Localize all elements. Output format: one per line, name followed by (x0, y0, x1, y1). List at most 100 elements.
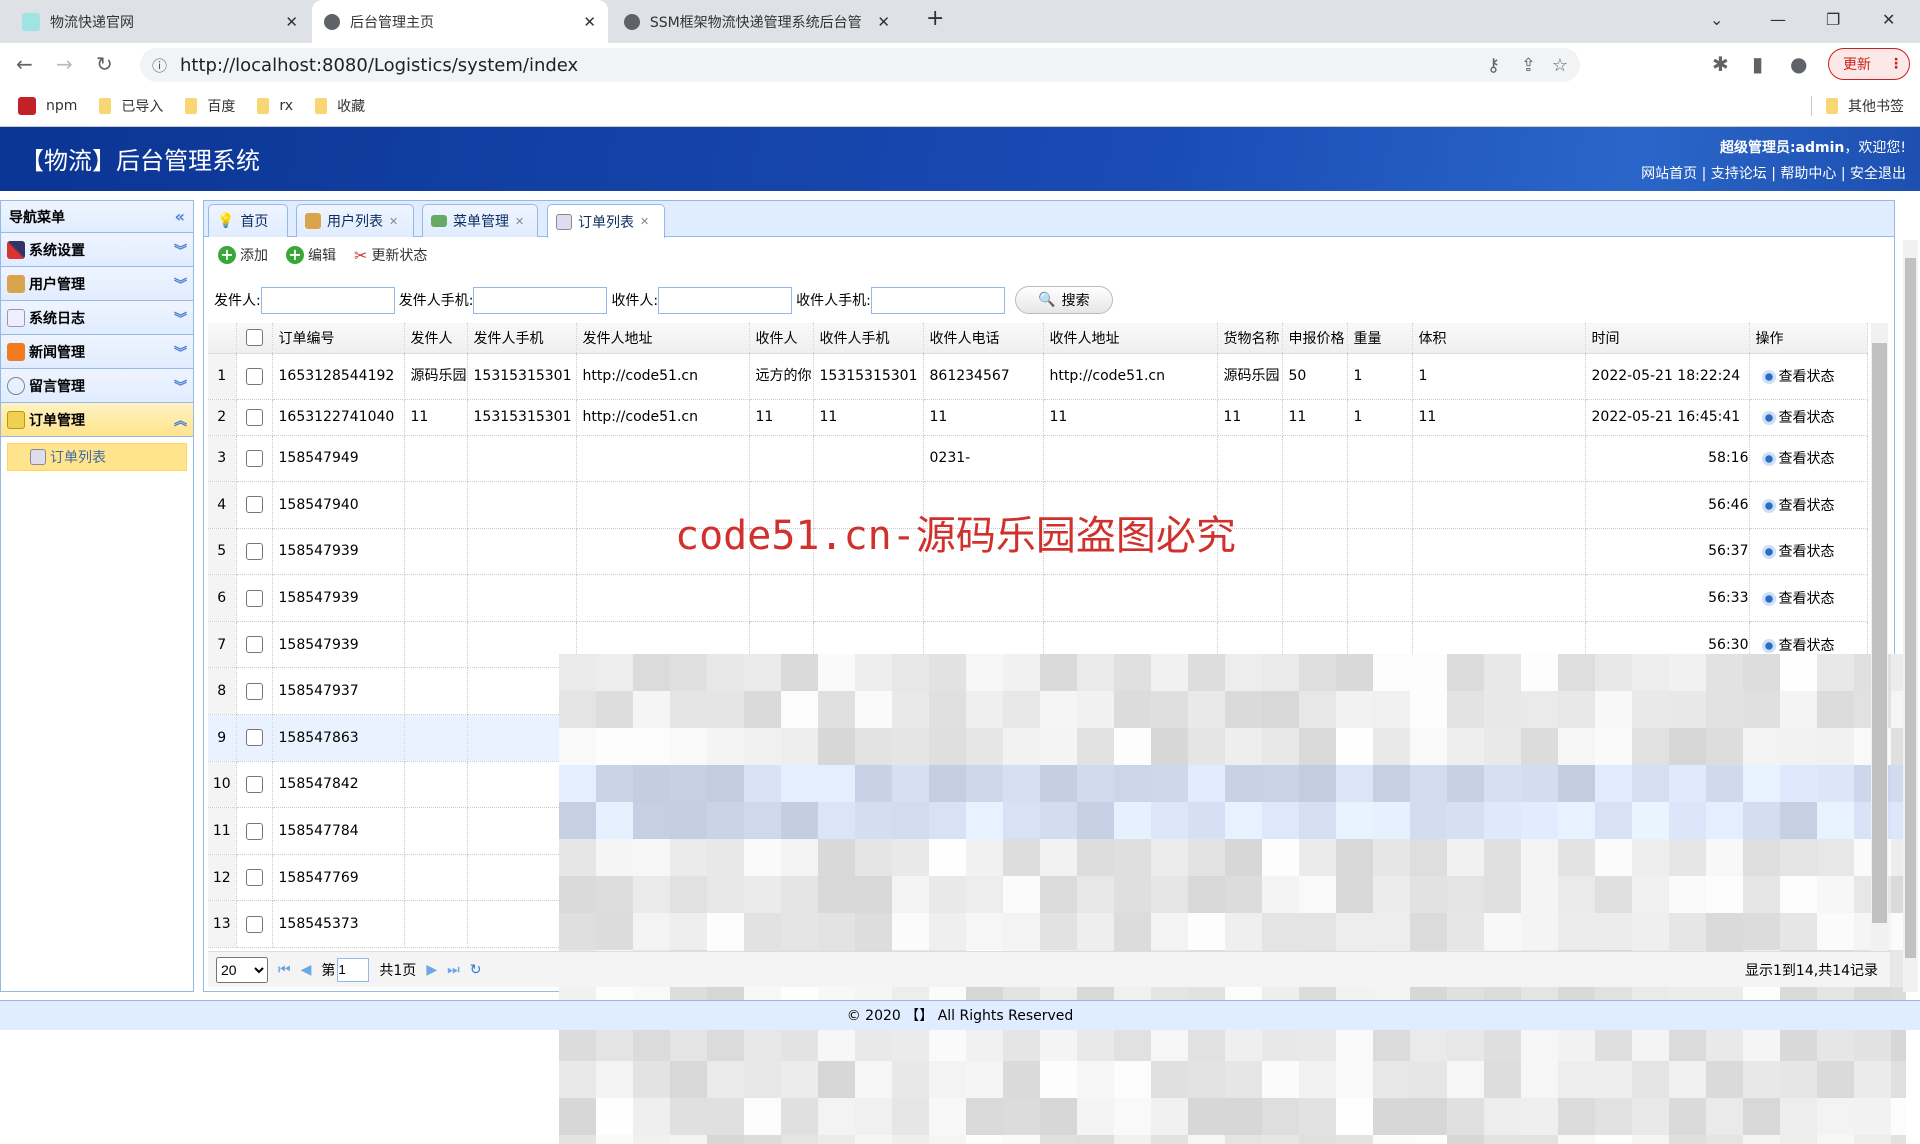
column-header[interactable]: 收件人手机 (813, 323, 924, 354)
search-button[interactable]: 🔍 搜索 (1014, 286, 1113, 314)
column-header[interactable]: 时间 (1585, 323, 1750, 354)
view-status-link[interactable]: 查看状态 (1749, 435, 1868, 483)
column-header[interactable]: 收件人地址 (1043, 323, 1218, 354)
bookmark-star-icon[interactable]: ☆ (1552, 55, 1568, 76)
row-checkbox[interactable] (236, 435, 273, 483)
scrollbar-thumb[interactable] (1872, 343, 1887, 923)
column-header[interactable]: 订单编号 (272, 323, 405, 354)
bookmark-folder[interactable]: 收藏 (315, 96, 365, 116)
browser-tab[interactable]: 物流快递官网 ✕ (10, 0, 310, 43)
profile-avatar[interactable]: ● (1790, 52, 1807, 76)
link-forum[interactable]: 支持论坛 (1711, 166, 1767, 182)
column-header[interactable]: 发件人地址 (576, 323, 750, 354)
side-panel-icon[interactable]: ▮ (1752, 52, 1763, 76)
tab-search-icon[interactable]: ⌄ (1710, 10, 1723, 29)
bookmark-folder[interactable]: 已导入 (99, 96, 163, 116)
prev-page-icon[interactable]: ◀ (301, 962, 312, 978)
other-bookmarks[interactable]: 其他书签 (1811, 96, 1904, 116)
sender-phone-input[interactable] (473, 286, 608, 314)
sidebar-item-system-log[interactable]: 系统日志 ︾ (1, 301, 193, 335)
row-checkbox[interactable] (236, 574, 273, 622)
update-button[interactable]: 更新 ⋮ (1828, 48, 1910, 80)
first-page-icon[interactable]: ⏮ (278, 962, 291, 978)
column-header[interactable]: 申报价格 (1282, 323, 1348, 354)
browser-tab[interactable]: SSM框架物流快递管理系统后台管 ✕ (612, 0, 902, 43)
next-page-icon[interactable]: ▶ (426, 962, 437, 978)
tab-home[interactable]: 💡 首页 (208, 204, 288, 237)
view-status-link[interactable]: 查看状态 (1749, 399, 1868, 436)
tab-user-list[interactable]: 用户列表 ✕ (296, 204, 414, 237)
update-status-button[interactable]: ✂ 更新状态 (354, 245, 427, 265)
table-scrollbar[interactable] (1871, 323, 1888, 953)
row-checkbox[interactable] (236, 714, 273, 762)
close-icon[interactable]: ✕ (640, 215, 649, 228)
sidebar-item-news[interactable]: 新闻管理 ︾ (1, 335, 193, 369)
row-checkbox[interactable] (236, 621, 273, 669)
column-header[interactable]: 发件人 (404, 323, 468, 354)
sidebar-item-system-settings[interactable]: 系统设置 ︾ (1, 233, 193, 267)
row-checkbox[interactable] (236, 399, 273, 436)
sidebar-item-user-management[interactable]: 用户管理 ︾ (1, 267, 193, 301)
row-checkbox[interactable] (236, 667, 273, 716)
row-checkbox[interactable] (236, 807, 273, 855)
column-header[interactable]: 重量 (1347, 323, 1413, 354)
share-icon[interactable]: ⇪ (1521, 55, 1536, 76)
page-number-input[interactable] (337, 957, 370, 982)
extensions-icon[interactable]: ✱ (1712, 52, 1729, 76)
key-icon[interactable]: ⚷ (1487, 55, 1500, 76)
page-scrollbar[interactable] (1903, 240, 1918, 992)
sidebar-item-order-management[interactable]: 订单管理 ︽ (1, 403, 193, 437)
edit-button[interactable]: + 编辑 (286, 245, 336, 265)
bookmark-npm[interactable]: npm (18, 97, 77, 115)
bookmark-folder[interactable]: 百度 (185, 96, 235, 116)
row-checkbox[interactable] (236, 353, 273, 400)
bookmark-folder[interactable]: rx (257, 98, 293, 114)
column-header[interactable]: 收件人 (749, 323, 814, 354)
row-checkbox[interactable] (236, 854, 273, 902)
link-site-home[interactable]: 网站首页 (1641, 166, 1697, 182)
row-checkbox[interactable] (236, 528, 273, 576)
table-row[interactable]: 2 1653122741040 11 15315315301 http://code51… (208, 399, 1868, 436)
select-all-checkbox[interactable] (236, 323, 273, 354)
link-help[interactable]: 帮助中心 (1780, 166, 1836, 182)
back-icon[interactable]: ← (16, 52, 33, 76)
row-checkbox[interactable] (236, 900, 273, 949)
close-icon[interactable]: ✕ (515, 215, 524, 228)
column-header[interactable]: 收件人电话 (923, 323, 1044, 354)
close-tab-icon[interactable]: ✕ (583, 13, 596, 31)
tab-order-list[interactable]: 订单列表 ✕ (547, 204, 665, 238)
link-logout[interactable]: 安全退出 (1850, 166, 1906, 182)
sender-input[interactable] (260, 286, 395, 314)
close-tab-icon[interactable]: ✕ (285, 13, 298, 31)
last-page-icon[interactable]: ⏭ (447, 962, 460, 978)
table-row[interactable]: 6 158547939 56:33 查看状态 (208, 574, 1868, 622)
scrollbar-thumb[interactable] (1905, 258, 1916, 958)
sidebar-subitem-order-list[interactable]: 订单列表 (7, 443, 187, 471)
view-status-link[interactable]: 查看状态 (1749, 574, 1868, 622)
view-status-link[interactable]: 查看状态 (1749, 481, 1868, 529)
close-tab-icon[interactable]: ✕ (877, 13, 890, 31)
row-checkbox[interactable] (236, 761, 273, 809)
maximize-button[interactable]: ❐ (1826, 10, 1840, 29)
close-icon[interactable]: ✕ (389, 215, 398, 228)
receiver-phone-input[interactable] (870, 286, 1005, 314)
view-status-link[interactable]: 查看状态 (1749, 528, 1868, 576)
reload-icon[interactable]: ↻ (96, 52, 113, 76)
collapse-sidebar-icon[interactable]: « (175, 207, 185, 226)
close-window-button[interactable]: ✕ (1882, 10, 1895, 29)
sidebar-item-messages[interactable]: 留言管理 ︾ (1, 369, 193, 403)
row-checkbox[interactable] (236, 481, 273, 529)
forward-icon[interactable]: → (56, 52, 73, 76)
add-button[interactable]: + 添加 (218, 245, 268, 265)
new-tab-button[interactable]: + (926, 6, 944, 31)
browser-tab-active[interactable]: 后台管理主页 ✕ (312, 0, 608, 43)
receiver-input[interactable] (658, 286, 793, 314)
refresh-icon[interactable]: ↻ (470, 962, 482, 978)
column-header[interactable]: 发件人手机 (467, 323, 577, 354)
tab-menu-management[interactable]: 菜单管理 ✕ (422, 204, 538, 237)
column-header[interactable]: 货物名称 (1217, 323, 1283, 354)
column-header[interactable]: 操作 (1749, 323, 1868, 354)
minimize-button[interactable]: — (1770, 10, 1786, 29)
url-input[interactable]: ⓘ http://localhost:8080/Logistics/system/… (140, 48, 1580, 82)
view-status-link[interactable]: 查看状态 (1749, 353, 1868, 400)
